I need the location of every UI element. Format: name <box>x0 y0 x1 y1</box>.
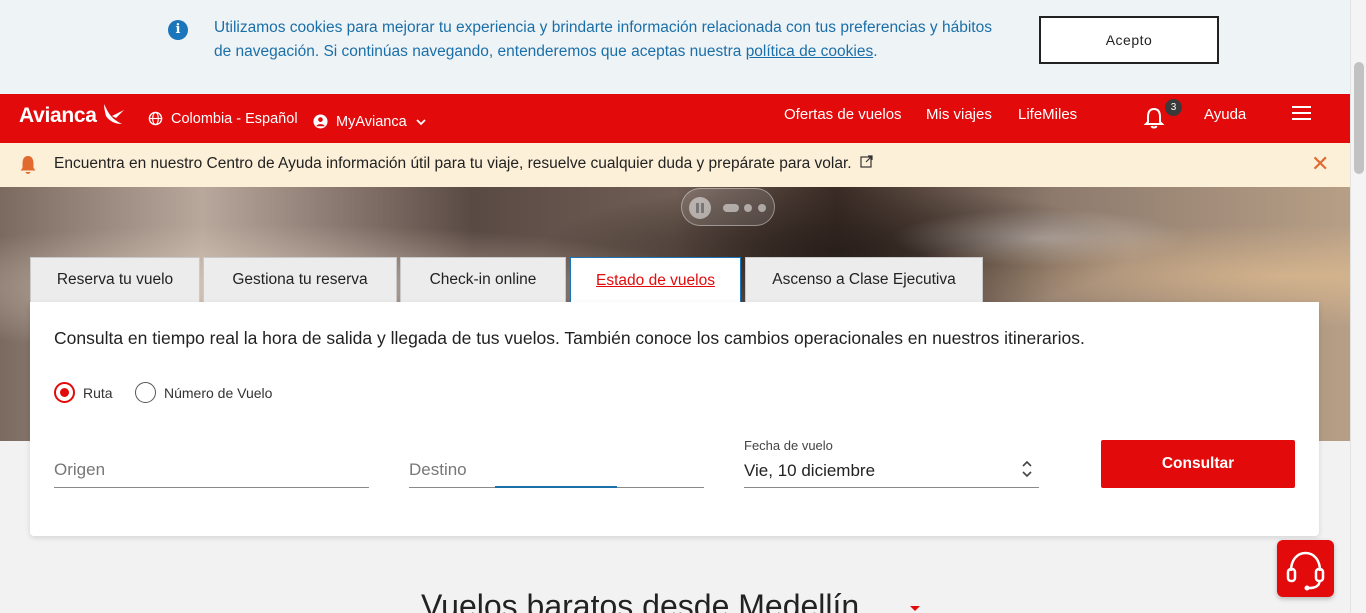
notification-badge: 3 <box>1165 99 1182 116</box>
nav-ofertas[interactable]: Ofertas de vuelos <box>784 94 902 136</box>
avianca-logo[interactable]: Avianca <box>19 104 97 128</box>
external-link-icon <box>860 155 873 168</box>
date-selector[interactable]: Vie, 10 diciembre <box>744 450 1039 488</box>
chevron-down-icon <box>416 118 426 125</box>
radio-route[interactable]: Ruta <box>54 382 113 403</box>
radio-selected-icon <box>54 382 75 403</box>
carousel-dot[interactable] <box>758 204 766 212</box>
tab-gestiona[interactable]: Gestiona tu reserva <box>203 257 397 302</box>
destination-field[interactable]: Destino <box>409 450 704 488</box>
cookie-banner: i Utilizamos cookies para mejorar tu exp… <box>0 0 1350 94</box>
destination-placeholder: Destino <box>409 460 467 479</box>
pause-icon[interactable] <box>689 197 711 219</box>
tab-estado-vuelos[interactable]: Estado de vuelos <box>570 257 741 303</box>
focus-underline <box>495 486 617 488</box>
help-center-text: Encuentra en nuestro Centro de Ayuda inf… <box>54 155 852 172</box>
date-value: Vie, 10 diciembre <box>744 461 876 480</box>
nav-lifemiles[interactable]: LifeMiles <box>1018 94 1077 136</box>
section-title: Vuelos baratos desde Medellín <box>421 588 860 613</box>
origin-placeholder: Origen <box>54 460 106 479</box>
cookie-policy-link[interactable]: política de cookies <box>746 43 874 60</box>
radio-unselected-icon <box>135 382 156 403</box>
accept-cookies-button[interactable]: Acepto <box>1039 16 1219 64</box>
scrollbar[interactable] <box>1350 0 1366 613</box>
radio-route-label: Ruta <box>83 384 113 401</box>
support-chat-button[interactable] <box>1277 540 1334 597</box>
consult-button[interactable]: Consultar <box>1101 440 1295 488</box>
bird-logo-icon <box>104 104 124 124</box>
radio-flight-number[interactable]: Número de Vuelo <box>135 382 272 403</box>
myavianca-label: MyAvianca <box>336 113 407 130</box>
myavianca-menu[interactable]: MyAvianca <box>313 97 435 146</box>
panel-description: Consulta en tiempo real la hora de salid… <box>54 328 1085 348</box>
carousel-dot[interactable] <box>744 204 752 212</box>
globe-icon <box>148 111 163 126</box>
info-icon: i <box>168 20 188 40</box>
headset-icon <box>1286 551 1325 591</box>
chevron-updown-icon <box>1022 460 1032 478</box>
notification-bell-icon <box>20 156 36 174</box>
tab-reserva[interactable]: Reserva tu vuelo <box>30 257 200 302</box>
flight-status-panel: Consulta en tiempo real la hora de salid… <box>30 302 1319 536</box>
scrollbar-thumb[interactable] <box>1354 62 1364 174</box>
hamburger-menu-icon[interactable] <box>1292 106 1311 122</box>
nav-ayuda[interactable]: Ayuda <box>1204 94 1246 136</box>
bell-icon[interactable] <box>1143 106 1165 130</box>
main-header: Avianca Colombia - Español MyAvianca Ofe… <box>0 94 1350 143</box>
user-icon <box>313 114 328 129</box>
help-center-message[interactable]: Encuentra en nuestro Centro de Ayuda inf… <box>54 155 873 173</box>
caret-down-icon[interactable] <box>910 606 920 611</box>
radio-flight-number-label: Número de Vuelo <box>164 384 273 401</box>
nav-mis-viajes[interactable]: Mis viajes <box>926 94 992 136</box>
tab-checkin[interactable]: Check-in online <box>400 257 566 302</box>
locale-label: Colombia - Español <box>171 110 298 127</box>
tab-ascenso[interactable]: Ascenso a Clase Ejecutiva <box>745 257 983 302</box>
close-icon[interactable]: ✕ <box>1311 153 1329 175</box>
cookie-message: Utilizamos cookies para mejorar tu exper… <box>214 16 1004 64</box>
cookie-text-end: . <box>873 43 878 60</box>
carousel-controls <box>681 188 775 226</box>
carousel-dot[interactable] <box>723 204 739 212</box>
locale-selector[interactable]: Colombia - Español <box>148 94 298 143</box>
help-center-banner: Encuentra en nuestro Centro de Ayuda inf… <box>0 143 1350 187</box>
origin-field[interactable]: Origen <box>54 450 369 488</box>
